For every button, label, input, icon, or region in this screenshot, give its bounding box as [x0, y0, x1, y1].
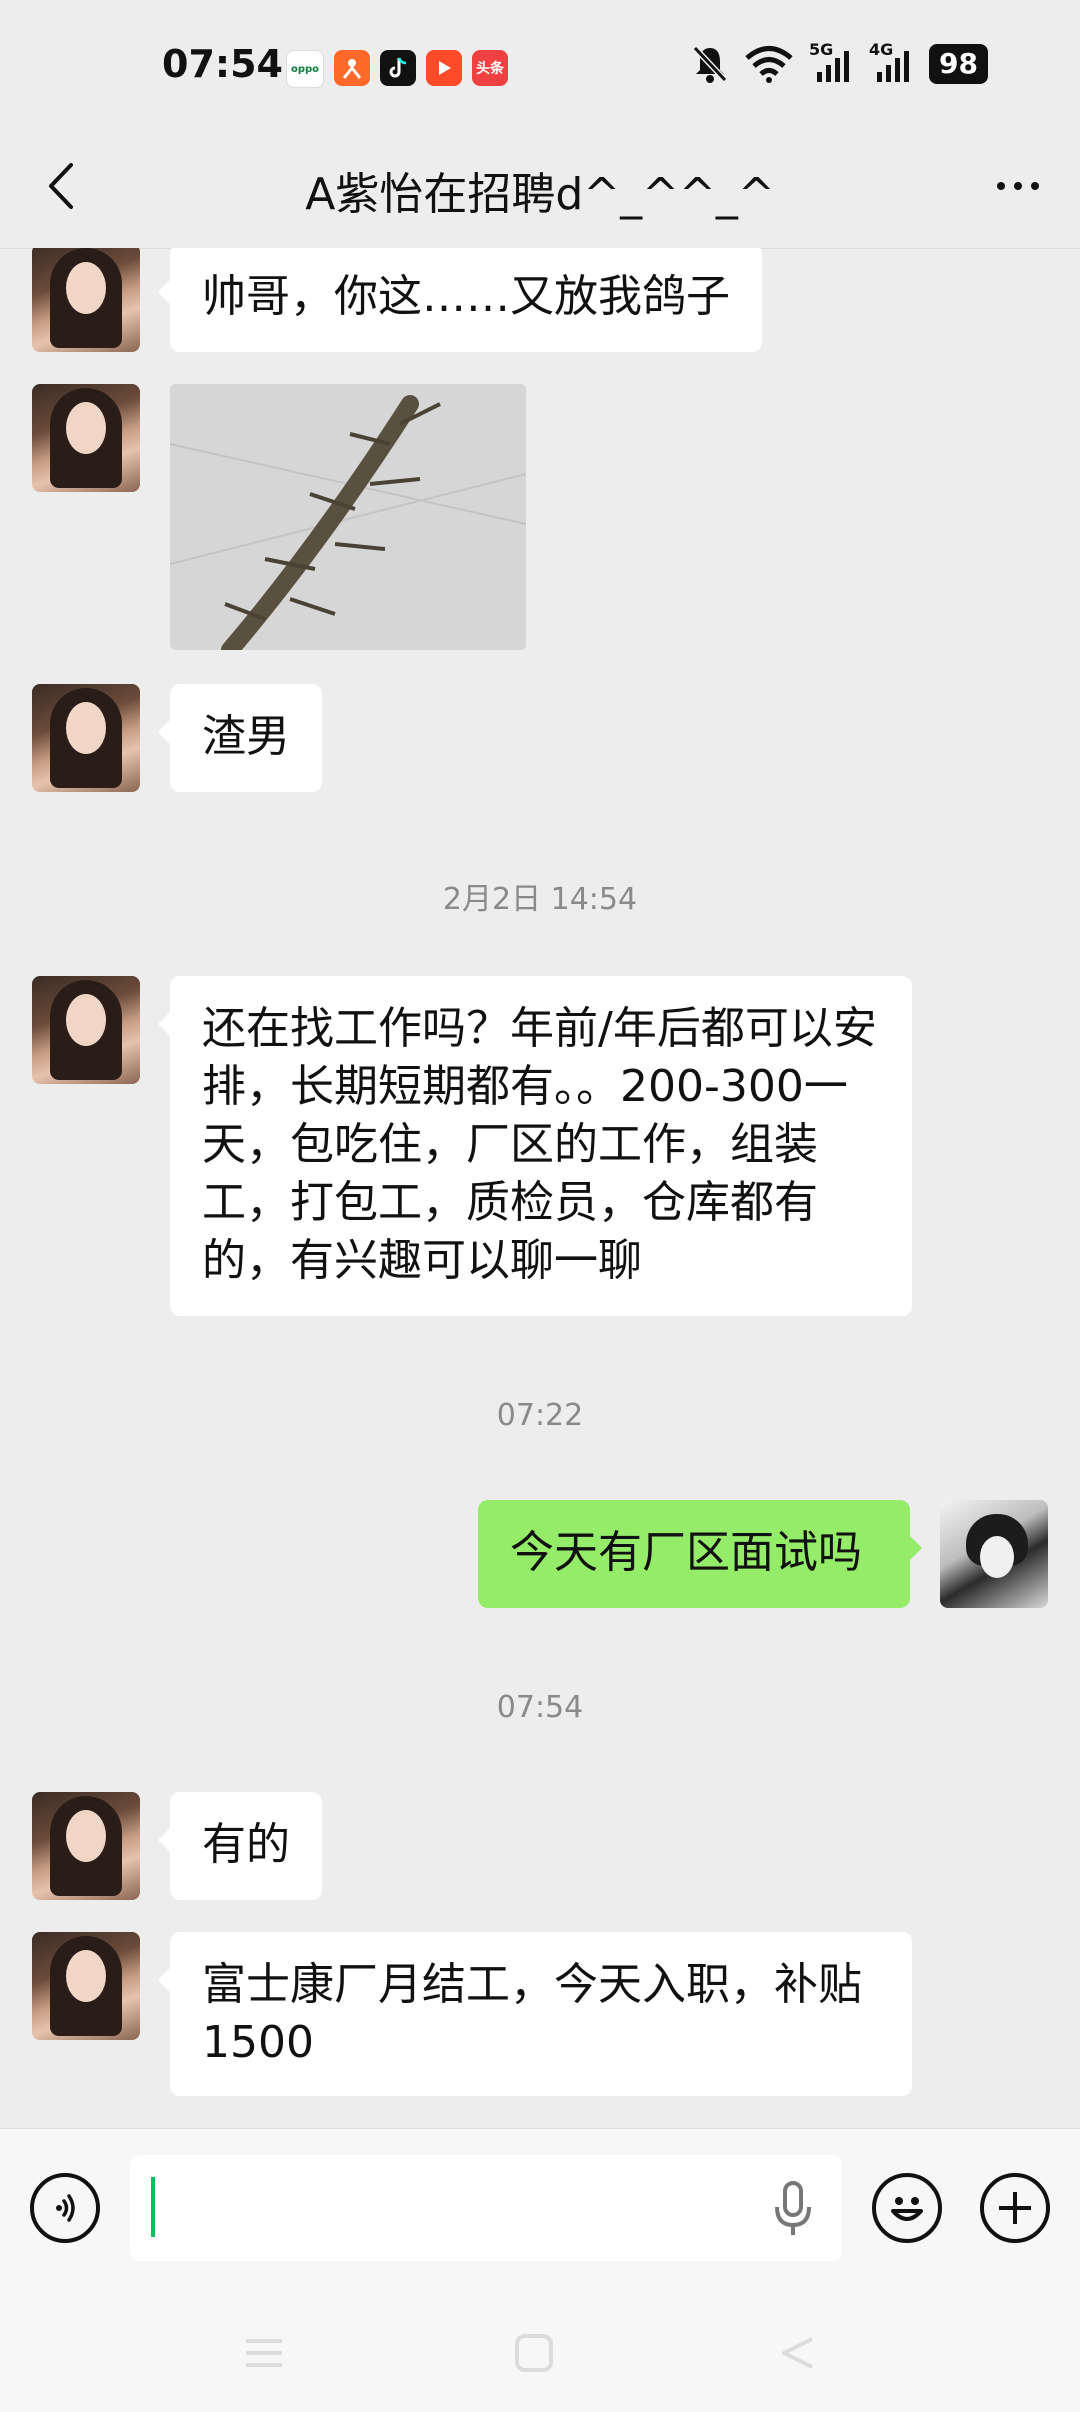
recents-button[interactable]	[234, 2328, 294, 2378]
home-button[interactable]	[504, 2328, 564, 2378]
chat-header: A紫怡在招聘d^_^^_^	[0, 130, 1080, 249]
toutiao-icon: 头条	[472, 50, 508, 86]
message-bubble[interactable]: 富士康厂月结工，今天入职，补贴1500	[158, 1932, 912, 2096]
message-input[interactable]	[130, 2155, 842, 2261]
voice-mode-icon	[56, 2194, 75, 2222]
chat-title: A紫怡在招聘d^_^^_^	[305, 169, 775, 220]
pinduoduo-icon	[334, 50, 370, 86]
status-bar: 07:54 oppo 头条 5G 4G 98	[0, 0, 1080, 130]
status-time: 07:54	[162, 42, 283, 86]
battery-indicator: 98	[929, 44, 988, 84]
tiktok-icon	[380, 50, 416, 86]
more-dots-icon	[997, 182, 1005, 190]
home-square-icon	[515, 2334, 553, 2372]
my-message-bubble[interactable]: 今天有厂区面试吗	[478, 1500, 922, 1608]
back-triangle-icon	[782, 2337, 813, 2369]
image-message[interactable]	[170, 384, 526, 650]
microphone-icon	[775, 2181, 811, 2235]
message-bubble[interactable]: 还在找工作吗？年前/年后都可以安排，长期短期都有。。200-300一天，包吃住，…	[158, 976, 912, 1316]
bell-off-icon	[692, 45, 728, 83]
plus-button[interactable]	[980, 2173, 1050, 2243]
contact-avatar[interactable]	[32, 1792, 140, 1900]
contact-avatar[interactable]	[32, 684, 140, 792]
message-list[interactable]: 帅哥，你这……又放我鸽子 渣男 2月2日 14:54 还在找工作吗？年前/年后都…	[0, 248, 1080, 2128]
timestamp: 07:22	[496, 1398, 584, 1433]
voice-mode-button[interactable]	[30, 2173, 100, 2243]
system-nav-bar	[0, 2298, 1080, 2412]
oppo-icon: oppo	[286, 50, 324, 88]
menu-icon	[246, 2339, 282, 2367]
more-button[interactable]	[984, 156, 1052, 216]
timestamp: 07:54	[496, 1690, 584, 1725]
video-icon	[426, 50, 462, 86]
image-thumbnail	[170, 384, 526, 650]
my-avatar[interactable]	[940, 1500, 1048, 1608]
message-bubble[interactable]: 渣男	[158, 684, 322, 792]
signal-4g-icon: 4G	[869, 40, 913, 84]
wifi-icon	[745, 46, 793, 83]
status-app-icons: oppo 头条	[286, 50, 508, 88]
contact-avatar[interactable]	[32, 1932, 140, 2040]
microphone-button[interactable]	[768, 2179, 818, 2239]
back-nav-button[interactable]	[768, 2328, 828, 2378]
emoji-icon	[891, 2197, 923, 2221]
emoji-button[interactable]	[872, 2173, 942, 2243]
plus-icon	[999, 2192, 1031, 2224]
input-bar	[0, 2128, 1080, 2299]
message-bubble[interactable]: 有的	[158, 1792, 322, 1900]
timestamp: 2月2日 14:54	[442, 882, 638, 917]
contact-avatar[interactable]	[32, 976, 140, 1084]
contact-avatar[interactable]	[32, 384, 140, 492]
contact-avatar[interactable]	[32, 248, 140, 352]
signal-5g-icon: 5G	[809, 40, 853, 84]
message-bubble[interactable]: 帅哥，你这……又放我鸽子	[158, 248, 762, 352]
status-right: 5G 4G 98	[691, 40, 988, 84]
text-caret	[151, 2177, 155, 2237]
